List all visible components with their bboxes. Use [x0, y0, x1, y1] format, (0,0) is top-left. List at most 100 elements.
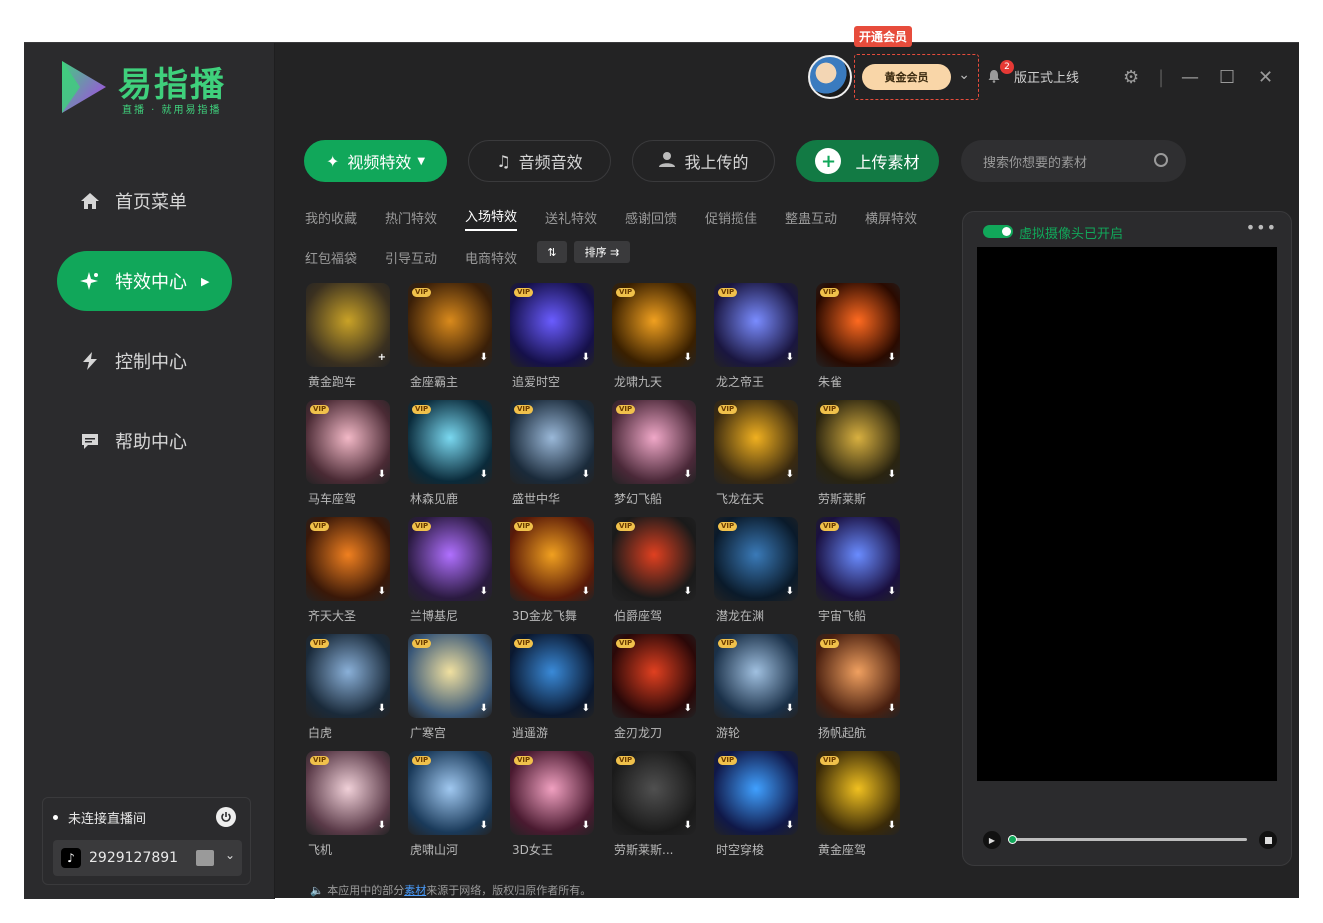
- version-notice[interactable]: 版正式上线: [1014, 67, 1079, 86]
- download-icon[interactable]: ⬇: [480, 703, 488, 714]
- category-favorites[interactable]: 我的收藏: [305, 208, 357, 227]
- sort-button[interactable]: 排序 ⇉: [574, 241, 630, 263]
- category-ecommerce[interactable]: 电商特效: [465, 248, 517, 267]
- effect-thumbnail[interactable]: VIP ⬇: [510, 751, 594, 835]
- effect-thumbnail[interactable]: VIP ⬇: [306, 751, 390, 835]
- download-icon[interactable]: ⬇: [582, 352, 590, 363]
- effect-thumbnail[interactable]: VIP ⬇: [816, 400, 900, 484]
- effect-thumbnail[interactable]: VIP ⬇: [816, 283, 900, 367]
- effect-thumbnail[interactable]: VIP ⬇: [714, 400, 798, 484]
- effect-tile[interactable]: VIP ⬇ 朱雀: [816, 283, 902, 389]
- effect-tile[interactable]: VIP ⬇ 3D女王: [510, 751, 596, 857]
- bell-icon[interactable]: [987, 69, 1001, 83]
- download-icon[interactable]: ⬇: [888, 352, 896, 363]
- download-icon[interactable]: ⬇: [684, 703, 692, 714]
- effect-thumbnail[interactable]: VIP ⬇: [612, 517, 696, 601]
- effect-thumbnail[interactable]: VIP ⬇: [714, 517, 798, 601]
- effect-thumbnail[interactable]: VIP ⬇: [510, 283, 594, 367]
- effect-tile[interactable]: VIP ⬇ 林森见鹿: [408, 400, 494, 506]
- effect-thumbnail[interactable]: VIP ⬇: [714, 751, 798, 835]
- effect-thumbnail[interactable]: VIP ⬇: [612, 634, 696, 718]
- effect-tile[interactable]: VIP ⬇ 黄金座驾: [816, 751, 902, 857]
- effect-thumbnail[interactable]: VIP ⬇: [816, 517, 900, 601]
- effect-tile[interactable]: VIP ⬇ 盛世中华: [510, 400, 596, 506]
- effect-tile[interactable]: VIP ⬇ 劳斯莱斯: [816, 400, 902, 506]
- maximize-icon[interactable]: ☐: [1219, 67, 1235, 88]
- category-prank[interactable]: 整蛊互动: [785, 208, 837, 227]
- nav-item-effects[interactable]: 特效中心 ▶: [57, 251, 232, 311]
- account-selector[interactable]: ♪ 2929127891 ⌄: [53, 840, 242, 876]
- effect-tile[interactable]: VIP ⬇ 飞龙在天: [714, 400, 800, 506]
- tab-my-uploads[interactable]: 我上传的: [632, 140, 775, 182]
- category-entrance[interactable]: 入场特效: [465, 206, 518, 231]
- membership-box[interactable]: 黄金会员 ⌄: [854, 54, 979, 100]
- membership-badge[interactable]: 黄金会员: [862, 64, 951, 90]
- effect-thumbnail[interactable]: VIP ⬇: [612, 751, 696, 835]
- effect-thumbnail[interactable]: VIP ⬇: [306, 400, 390, 484]
- camera-toggle[interactable]: [983, 225, 1013, 238]
- search-input[interactable]: 搜索你想要的素材: [961, 140, 1186, 182]
- more-icon[interactable]: •••: [1246, 218, 1277, 237]
- category-promo[interactable]: 促销揽佳: [705, 208, 757, 227]
- nav-item-home[interactable]: 首页菜单: [57, 171, 232, 231]
- effect-tile[interactable]: VIP ⬇ 扬帆起航: [816, 634, 902, 740]
- effect-thumbnail[interactable]: VIP ⬇: [408, 283, 492, 367]
- effect-thumbnail[interactable]: +: [306, 283, 390, 367]
- effect-tile[interactable]: VIP ⬇ 白虎: [306, 634, 392, 740]
- download-icon[interactable]: ⬇: [378, 820, 386, 831]
- effect-thumbnail[interactable]: VIP ⬇: [714, 283, 798, 367]
- upload-material-button[interactable]: + 上传素材: [796, 140, 939, 182]
- effect-tile[interactable]: VIP ⬇ 金座霸主: [408, 283, 494, 389]
- effect-tile[interactable]: VIP ⬇ 马车座驾: [306, 400, 392, 506]
- effect-thumbnail[interactable]: VIP ⬇: [612, 400, 696, 484]
- download-icon[interactable]: ⬇: [684, 352, 692, 363]
- effect-tile[interactable]: VIP ⬇ 金刃龙刀: [612, 634, 698, 740]
- download-icon[interactable]: ⬇: [786, 703, 794, 714]
- close-icon[interactable]: ✕: [1258, 67, 1273, 88]
- effect-tile[interactable]: VIP ⬇ 3D金龙飞舞: [510, 517, 596, 623]
- download-icon[interactable]: ⬇: [684, 820, 692, 831]
- gear-icon[interactable]: ⚙: [1123, 67, 1139, 88]
- effect-thumbnail[interactable]: VIP ⬇: [510, 517, 594, 601]
- slider-knob[interactable]: [1008, 835, 1017, 844]
- download-icon[interactable]: ⬇: [378, 703, 386, 714]
- effect-tile[interactable]: VIP ⬇ 潜龙在渊: [714, 517, 800, 623]
- effect-tile[interactable]: VIP ⬇ 齐天大圣: [306, 517, 392, 623]
- effect-thumbnail[interactable]: VIP ⬇: [510, 634, 594, 718]
- download-icon[interactable]: ⬇: [582, 820, 590, 831]
- vip-promo-tag[interactable]: 开通会员: [854, 26, 913, 47]
- download-icon[interactable]: ⬇: [480, 469, 488, 480]
- add-icon[interactable]: +: [378, 352, 386, 363]
- effect-thumbnail[interactable]: VIP ⬇: [816, 634, 900, 718]
- download-icon[interactable]: ⬇: [378, 586, 386, 597]
- search-icon[interactable]: [1154, 153, 1168, 167]
- nav-item-control[interactable]: 控制中心: [57, 331, 232, 391]
- tab-audio-effects[interactable]: ♫ 音频音效: [468, 140, 611, 182]
- chevron-down-icon[interactable]: ⌄: [958, 67, 970, 83]
- effect-tile[interactable]: VIP ⬇ 伯爵座驾: [612, 517, 698, 623]
- effect-thumbnail[interactable]: VIP ⬇: [408, 634, 492, 718]
- effect-tile[interactable]: VIP ⬇ 游轮: [714, 634, 800, 740]
- download-icon[interactable]: ⬇: [888, 703, 896, 714]
- effect-tile[interactable]: VIP ⬇ 广寒宫: [408, 634, 494, 740]
- download-icon[interactable]: ⬇: [480, 586, 488, 597]
- avatar[interactable]: [808, 55, 852, 99]
- effect-tile[interactable]: VIP ⬇ 龙啸九天: [612, 283, 698, 389]
- effect-thumbnail[interactable]: VIP ⬇: [408, 400, 492, 484]
- effect-tile[interactable]: VIP ⬇ 时空穿梭: [714, 751, 800, 857]
- effect-tile[interactable]: VIP ⬇ 梦幻飞船: [612, 400, 698, 506]
- download-icon[interactable]: ⬇: [480, 820, 488, 831]
- download-icon[interactable]: ⬇: [888, 469, 896, 480]
- download-icon[interactable]: ⬇: [684, 469, 692, 480]
- effect-tile[interactable]: VIP ⬇ 逍遥游: [510, 634, 596, 740]
- effect-thumbnail[interactable]: VIP ⬇: [306, 517, 390, 601]
- effect-thumbnail[interactable]: VIP ⬇: [816, 751, 900, 835]
- download-icon[interactable]: ⬇: [786, 469, 794, 480]
- download-icon[interactable]: ⬇: [888, 586, 896, 597]
- power-button[interactable]: [216, 807, 236, 827]
- effect-tile[interactable]: VIP ⬇ 劳斯莱斯...: [612, 751, 698, 857]
- progress-slider[interactable]: [1008, 835, 1247, 844]
- download-icon[interactable]: ⬇: [480, 352, 488, 363]
- nav-item-help[interactable]: 帮助中心: [57, 411, 232, 471]
- stop-button[interactable]: [1259, 831, 1277, 849]
